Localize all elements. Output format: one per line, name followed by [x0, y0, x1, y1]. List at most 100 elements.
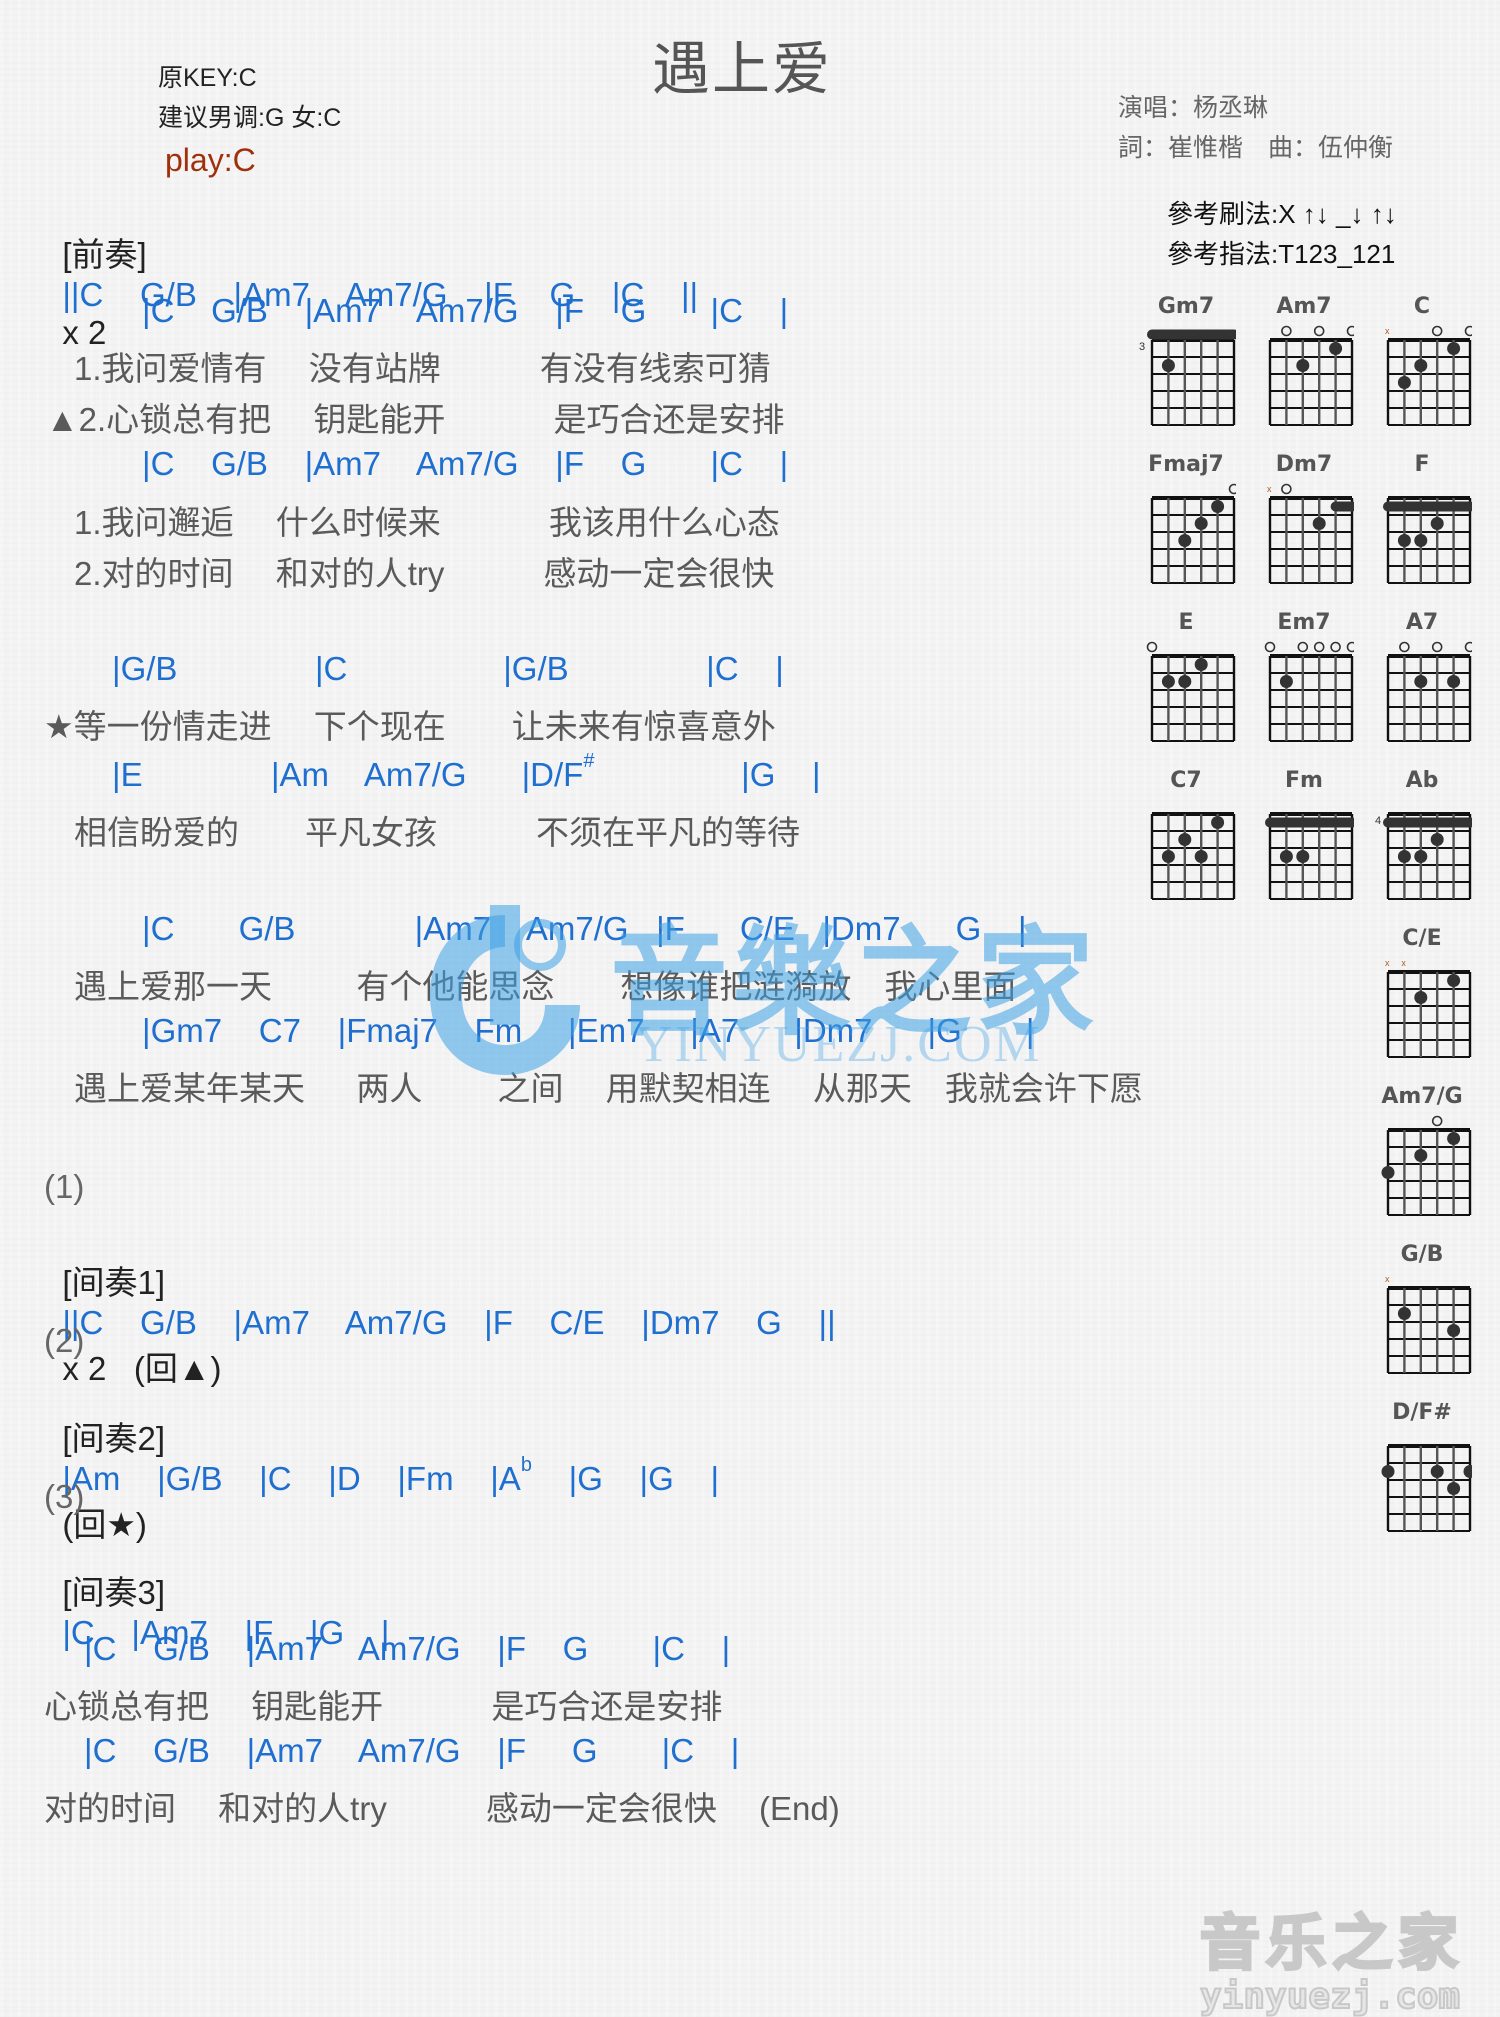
finger-dot [1447, 1324, 1461, 1337]
interlude-2-chords-a: |Am |G/B |C |D |Fm |A [62, 1460, 521, 1497]
chord-grid [1268, 325, 1354, 426]
chord-grid [1146, 641, 1236, 742]
finger-dot [1296, 359, 1310, 372]
open-string-mark [1330, 641, 1341, 653]
open-string-mark [1281, 483, 1292, 495]
strum-pattern: 參考刷法:X ↑↓ _↓ ↑↓ [1167, 199, 1397, 229]
finger-dot [1161, 359, 1175, 372]
open-string-mark [1297, 641, 1309, 653]
verse-lyric-2: ▲2.心锁总有把 钥匙能开 是巧合还是安排 [46, 401, 785, 438]
finger-dot [1463, 1465, 1472, 1478]
finger-dot [1329, 342, 1343, 355]
sharp-sign: # [583, 750, 595, 772]
finger-dot [1430, 833, 1444, 846]
verse-chords-2: |C G/B |Am7 Am7/G |F G |C | [142, 445, 789, 482]
finger-dot [1414, 534, 1428, 547]
muted-string-mark: x [1385, 1274, 1390, 1284]
barre-mark [1383, 817, 1472, 828]
finger-dot [1279, 850, 1293, 863]
chord-diagram-name: D/F# [1392, 1400, 1452, 1425]
verse-lyric-1: 1.我问爱情有 没有站牌 有没有线索可猜 [74, 350, 771, 387]
open-string-mark [1313, 325, 1325, 337]
chord-diagram-name: F [1414, 452, 1430, 477]
chord-diagram-name: C/E [1402, 926, 1442, 951]
chord-grid [1386, 641, 1472, 742]
finger-dot [1414, 675, 1428, 688]
barre-mark [1147, 329, 1236, 340]
finger-dot [1414, 359, 1428, 372]
finger-dot [1447, 675, 1461, 688]
outro-chords-2: |C G/B |Am7 Am7/G |F G |C | [84, 1732, 740, 1769]
finger-dot [1397, 850, 1411, 863]
finger-dot [1194, 850, 1208, 863]
interlude-1-label: [间奏1] [62, 1264, 166, 1301]
open-string-mark [1346, 325, 1354, 337]
finger-dot [1296, 850, 1310, 863]
chord-diagram-name: E [1178, 610, 1194, 635]
finger-dot [1397, 534, 1411, 547]
chord-grid [1381, 1444, 1472, 1532]
chord-diagram-name: Fmaj7 [1148, 452, 1224, 477]
finger-pattern: 參考指法:T123_121 [1167, 239, 1396, 269]
chord-grid: x [1385, 325, 1472, 426]
base-fret-number: 3 [1139, 341, 1145, 353]
writer-credit: 詞：崔惟楷 曲：伍仲衡 [1118, 134, 1394, 162]
barre-mark [1265, 817, 1354, 828]
finger-dot [1447, 342, 1461, 355]
finger-dot [1178, 534, 1192, 547]
finger-dot [1211, 816, 1225, 829]
finger-dot [1178, 833, 1192, 846]
original-key: 原KEY:C [158, 64, 257, 92]
chord-grid: x [1267, 483, 1354, 584]
prechorus-lyric-2: 相信盼爱的 平凡女孩 不须在平凡的等待 [74, 814, 800, 851]
open-string-mark [1346, 641, 1354, 653]
interlude-3-label: [间奏3] [62, 1574, 166, 1611]
chord-grid: 3 [1139, 329, 1236, 426]
open-string-mark [1464, 325, 1472, 337]
play-key: play:C [165, 142, 256, 178]
chord-grid: 4 [1375, 812, 1472, 900]
chord-diagram-name: Em7 [1277, 610, 1331, 635]
prechorus-chords-2b: |G | [594, 756, 821, 793]
open-string-mark [1146, 641, 1158, 653]
finger-dot [1161, 850, 1175, 863]
chord-diagram-name: Am7/G [1381, 1084, 1463, 1109]
interlude-2-number: (2) [44, 1322, 85, 1359]
finger-dot [1211, 500, 1225, 513]
finger-dot [1447, 1482, 1461, 1495]
chord-diagram-name: A7 [1405, 610, 1439, 635]
prechorus-chords-1: |G/B |C |G/B |C | [112, 650, 784, 687]
barre-mark [1383, 501, 1472, 512]
open-string-mark [1431, 1115, 1443, 1127]
watermark-corner-url: yinyuezj.com [1199, 1975, 1461, 2017]
chord-grid [1265, 812, 1354, 900]
verse-lyric-4: 2.对的时间 和对的人try 感动一定会很快 [74, 555, 775, 592]
chord-diagram-name: C7 [1170, 768, 1202, 793]
interlude-2-label: [间奏2] [62, 1420, 166, 1457]
finger-dot [1161, 675, 1175, 688]
song-title: 遇上爱 [652, 37, 833, 102]
muted-string-mark: x [1385, 326, 1390, 336]
open-string-mark [1464, 641, 1472, 653]
chord-grid [1150, 483, 1236, 584]
muted-string-mark: x [1267, 484, 1272, 494]
chord-grid [1150, 812, 1236, 900]
finger-dot [1194, 517, 1208, 530]
watermark-corner: 音乐之家 yinyuezj.com [1199, 1895, 1490, 2017]
finger-dot [1397, 1307, 1411, 1320]
interlude-1-chords: ||C G/B |Am7 Am7/G |F C/E |Dm7 G || [62, 1304, 836, 1341]
open-string-mark [1264, 641, 1276, 653]
open-string-mark [1431, 641, 1443, 653]
open-string-mark [1281, 325, 1292, 337]
barre-mark [1330, 501, 1354, 512]
chord-diagram-name: Ab [1405, 768, 1439, 793]
interlude-3-number: (3) [44, 1478, 85, 1515]
interlude-2-line: [间奏2] |Am |G/B |C |D |Fm |Ab |G |G | (回★… [44, 1374, 719, 1546]
outro-chords-1: |C G/B |Am7 Am7/G |F G |C | [84, 1630, 731, 1667]
chord-grid [1383, 496, 1472, 584]
muted-string-mark: x [1401, 958, 1406, 968]
open-string-mark [1228, 483, 1236, 495]
finger-dot [1430, 1465, 1444, 1478]
chorus-chords-2: |Gm7 C7 |Fmaj7 Fm |Em7 |A7 |Dm7 |G | [142, 1012, 1035, 1049]
finger-dot [1194, 658, 1208, 671]
